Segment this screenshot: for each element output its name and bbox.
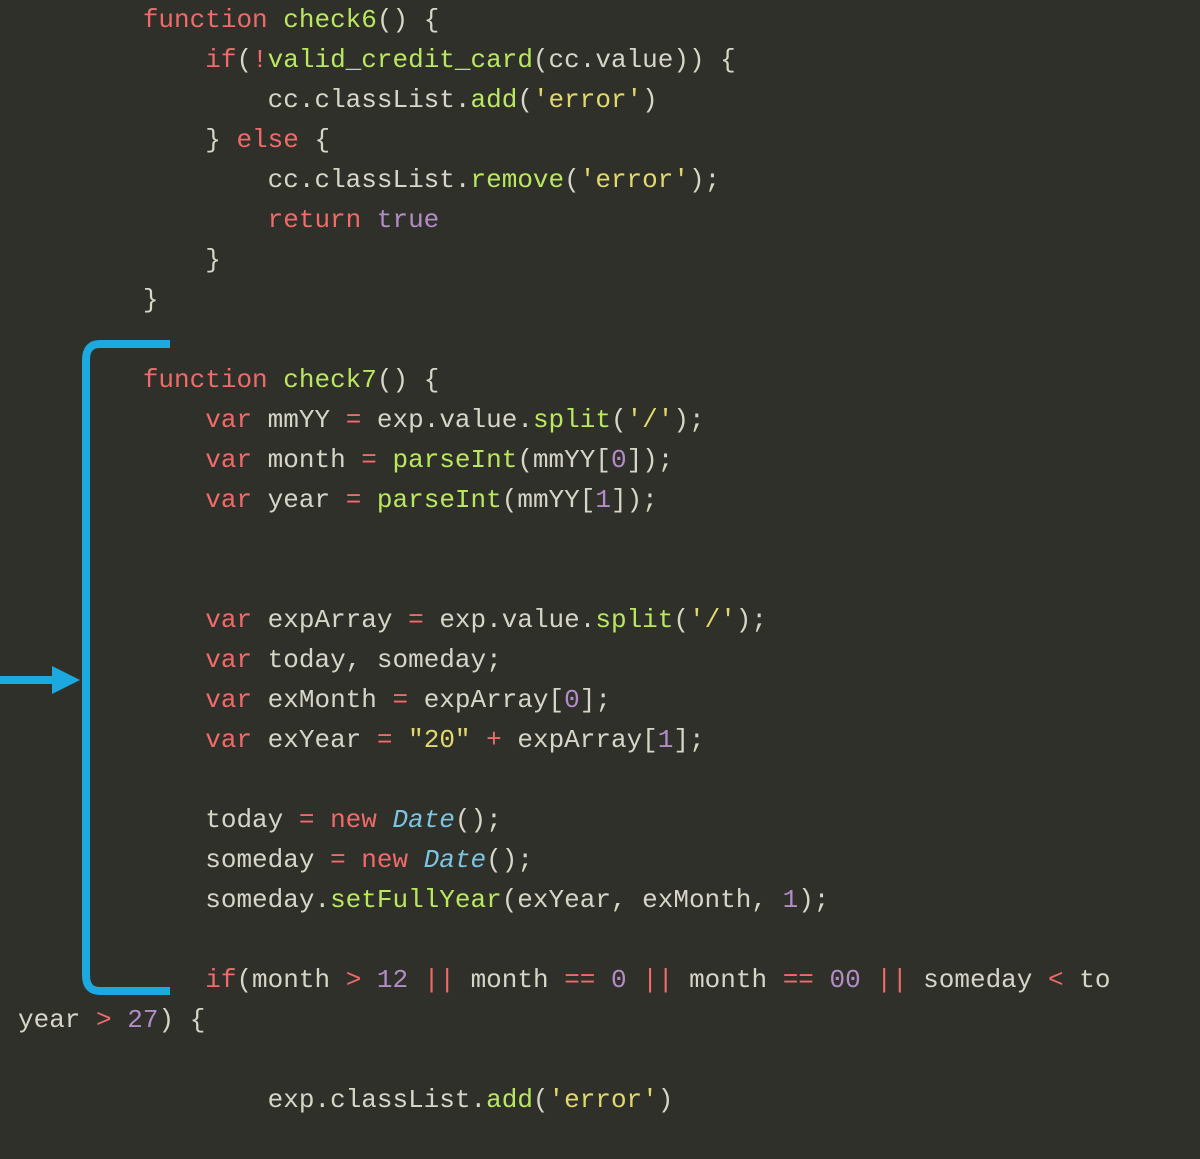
code-line: } <box>18 280 1200 320</box>
code-line: } <box>18 240 1200 280</box>
code-line: cc.classList.remove('error'); <box>18 160 1200 200</box>
code-line <box>18 760 1200 800</box>
code-line <box>18 560 1200 600</box>
code-line: function check7() { <box>18 360 1200 400</box>
code-line <box>18 320 1200 360</box>
code-line: var exYear = "20" + expArray[1]; <box>18 720 1200 760</box>
code-line: exp.classList.add('error') <box>18 1080 1200 1120</box>
code-line: if(month > 12 || month == 0 || month == … <box>18 960 1200 1000</box>
annotation-bracket-icon <box>80 340 170 995</box>
annotation-arrow-icon <box>0 660 80 700</box>
code-line <box>18 520 1200 560</box>
code-line: if(!valid_credit_card(cc.value)) { <box>18 40 1200 80</box>
code-line: var expArray = exp.value.split('/'); <box>18 600 1200 640</box>
code-line: someday = new Date(); <box>18 840 1200 880</box>
code-line: year > 27) { <box>18 1000 1200 1040</box>
code-editor[interactable]: function check6() { if(!valid_credit_car… <box>0 0 1200 1120</box>
code-line: var today, someday; <box>18 640 1200 680</box>
code-line: var month = parseInt(mmYY[0]); <box>18 440 1200 480</box>
code-line <box>18 1040 1200 1080</box>
code-line: someday.setFullYear(exYear, exMonth, 1); <box>18 880 1200 920</box>
code-line: return true <box>18 200 1200 240</box>
code-line: function check6() { <box>18 0 1200 40</box>
code-line: var year = parseInt(mmYY[1]); <box>18 480 1200 520</box>
code-line: } else { <box>18 120 1200 160</box>
code-line: cc.classList.add('error') <box>18 80 1200 120</box>
code-line: var exMonth = expArray[0]; <box>18 680 1200 720</box>
code-line: today = new Date(); <box>18 800 1200 840</box>
code-line: var mmYY = exp.value.split('/'); <box>18 400 1200 440</box>
code-line <box>18 920 1200 960</box>
